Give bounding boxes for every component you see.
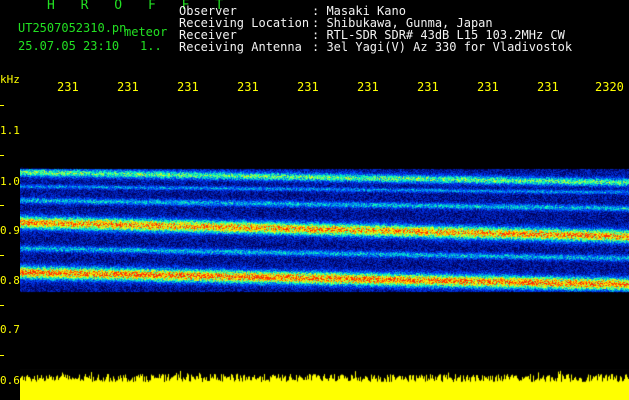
signal-level-waveform [20,370,629,400]
axis-tick-mark [0,255,4,256]
frequency-label: 0.8 [0,274,20,287]
time-tick: 231 [297,80,319,94]
antenna-value: : 3el Yagi(V) Az 330 for Vladivostok [312,40,573,54]
time-tick: 231 [537,80,559,94]
axis-tick-mark [0,105,4,106]
frequency-label: 1.0 [0,175,20,188]
frequency-label: 0.6 [0,374,20,387]
frequency-label: 1.1 [0,124,20,137]
spectrogram [20,100,629,400]
axis-tick-mark [0,205,4,206]
time-tick: 231 [117,80,139,94]
frequency-label: 0.9 [0,224,20,237]
axis-tick-mark [0,305,4,306]
time-tick: 231 [357,80,379,94]
observation-type: meteor [124,25,168,39]
frequency-unit-label: kHz [0,73,20,86]
antenna-label: Receiving Antenna [179,40,302,54]
time-tick: 231 [237,80,259,94]
frequency-label: 0.7 [0,323,20,336]
time-tick: 231 [477,80,499,94]
time-tick: 231 [57,80,79,94]
file-name: UT2507052310.pn [18,21,127,35]
axis-tick-mark [0,155,4,156]
axis-tick-mark [0,355,4,356]
time-tick: 231 [177,80,199,94]
observation-datetime: 25.07.05 23:10 [18,39,120,53]
status-indicator: 1.. [140,39,162,53]
time-tick: 231 [417,80,439,94]
time-tick: 2320 [595,80,624,94]
